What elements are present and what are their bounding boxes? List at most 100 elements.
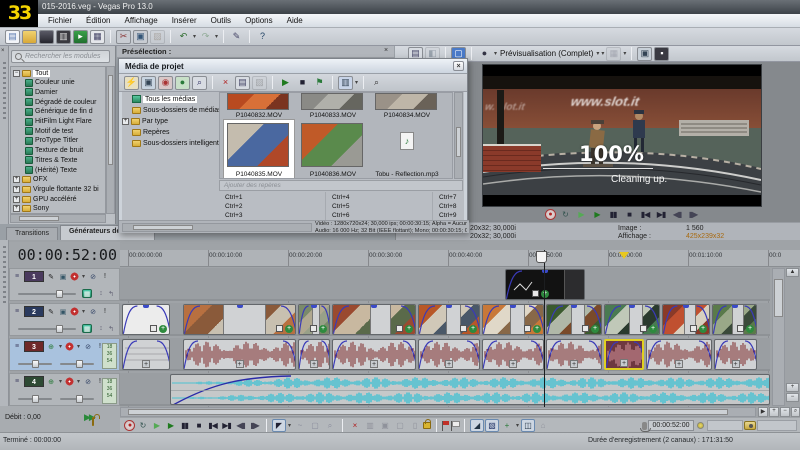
cursor-timecode-display[interactable]: 00:00:52:00 (9, 242, 120, 268)
event-pan-icon[interactable]: + (649, 325, 657, 333)
event-fx-icon[interactable]: + (620, 359, 628, 367)
audio-event[interactable]: + (122, 339, 170, 370)
snapping-button[interactable]: ◫ (521, 419, 535, 432)
interactive-tutorials-icon[interactable]: ✎ (229, 30, 244, 44)
expand-icon[interactable]: + (13, 196, 20, 203)
dropdown-caret-icon[interactable]: ▾ (193, 33, 196, 40)
scroll-right-icon[interactable]: ▶ (758, 407, 768, 417)
extract-audio-icon[interactable]: ◉ (158, 76, 173, 90)
tree-item[interactable]: Motif de test (25, 126, 106, 136)
event-fx-icon[interactable]: + (142, 360, 150, 368)
event-crop-icon[interactable] (460, 325, 467, 332)
event-crop-icon[interactable] (310, 325, 317, 332)
video-event[interactable]: + (482, 304, 544, 335)
media-item[interactable]: P1040835.MOV (224, 120, 294, 178)
audio-fx-icon[interactable] (65, 342, 74, 351)
audio-event[interactable]: + (332, 339, 416, 370)
time-ruler[interactable]: 00:00:00:0000:00:10:0000:00:20:0000:00:3… (120, 250, 800, 267)
compositing-mode-icon[interactable] (70, 272, 79, 281)
add-tag-input[interactable]: Ajouter des repères (219, 180, 463, 191)
audio-event[interactable]: + (546, 339, 602, 370)
chevron-down-icon[interactable]: ▾ (596, 50, 599, 57)
audio-fx-icon[interactable] (65, 377, 74, 386)
event-handle[interactable] (237, 305, 243, 308)
mute-icon[interactable]: ⊘ (88, 307, 98, 316)
tree-item[interactable]: (Hérité) Texte (25, 165, 106, 175)
title-bar[interactable]: 015-2016.veg - Vegas Pro 13.0 (0, 0, 800, 14)
media-item[interactable]: ♪Tobu - Reflection.mp3 (372, 120, 442, 178)
stop-button[interactable]: ■ (623, 209, 636, 220)
track-fx-icon[interactable]: ▣ (58, 307, 68, 316)
audio-event[interactable]: + (298, 339, 330, 370)
invert-phase-icon[interactable]: ⊕ (46, 377, 56, 386)
dropdown-caret-icon[interactable]: ▾ (215, 33, 218, 40)
chevron-down-icon[interactable]: ▾ (82, 273, 85, 280)
track-fx-icon[interactable]: ▣ (58, 272, 68, 281)
import-media-icon[interactable]: ▸ (73, 30, 88, 44)
audio-meter[interactable]: 183654 (102, 378, 117, 404)
track-minimize-icon[interactable]: ≡ (12, 342, 22, 351)
paste-icon[interactable]: ▨ (150, 30, 165, 44)
project-properties-icon[interactable]: ▦ (90, 30, 105, 44)
delete-button[interactable]: × (348, 419, 362, 432)
trim-button[interactable]: ▥ (363, 419, 377, 432)
event-handle[interactable] (629, 305, 635, 308)
play-button[interactable]: ▶ (591, 209, 604, 220)
tree-item[interactable]: +OFX (13, 175, 106, 185)
group-button[interactable]: ▣ (378, 419, 392, 432)
tree-item[interactable]: HitFilm Light Flare (25, 117, 106, 127)
video-event[interactable]: + (122, 304, 170, 335)
event-pan-icon[interactable]: + (533, 325, 541, 333)
insert-region-button[interactable] (451, 421, 459, 431)
event-fx-icon[interactable]: + (732, 360, 740, 368)
event-pan-icon[interactable]: + (541, 290, 549, 298)
volume-slider[interactable] (60, 363, 94, 365)
envelope-edit-tool[interactable]: ~ (293, 419, 307, 432)
previous-frame-button[interactable]: ◀▮ (234, 420, 247, 431)
cut-icon[interactable]: ✂ (116, 30, 131, 44)
overlays-grid-icon[interactable]: ▦ (606, 47, 621, 61)
record-button[interactable]: ● (545, 209, 556, 220)
track-lane-1[interactable] (120, 268, 770, 301)
event-handle[interactable] (446, 305, 452, 308)
bypass-motion-icon[interactable]: ↰ (106, 289, 116, 298)
media-bin-item[interactable]: Sous-dossiers de médias (132, 105, 219, 115)
project-media-window[interactable]: Média de projet × ⚡▣◉●⌕×▤▨▶■⚑▥▾⌕ Tous le… (118, 58, 468, 233)
event-handle[interactable] (683, 305, 689, 308)
play-from-start-button[interactable]: ▶ (575, 209, 588, 220)
solo-icon[interactable]: ! (100, 307, 110, 316)
record-button[interactable]: ● (124, 420, 135, 431)
mute-icon[interactable]: ⊘ (88, 272, 98, 281)
event-crop-icon[interactable] (276, 325, 283, 332)
split-button[interactable]: ▯ (408, 419, 422, 432)
expand-icon[interactable]: + (13, 186, 20, 193)
menu-fichier[interactable]: Fichier (42, 15, 78, 26)
event-fx-icon[interactable]: + (236, 360, 244, 368)
media-bin-item[interactable]: Repères (132, 127, 219, 137)
dropdown-caret-icon[interactable]: ▾ (288, 422, 291, 429)
save-snapshot-icon[interactable]: ▪ (654, 47, 669, 61)
undo-icon[interactable]: ↶ (176, 30, 191, 44)
stop-button[interactable]: ■ (192, 420, 205, 431)
event-pan-icon[interactable]: + (285, 325, 293, 333)
pause-button[interactable]: ▮▮ (178, 420, 191, 431)
tree-item[interactable]: +GPU accéléré (13, 194, 106, 204)
tree-item[interactable]: Texture de bruit (25, 146, 106, 156)
preview-stop-icon[interactable]: ■ (295, 76, 310, 90)
previous-frame-button[interactable]: ◀▮ (671, 209, 684, 220)
bypass-motion-icon[interactable]: ↰ (106, 324, 116, 333)
event-crop-icon[interactable] (582, 325, 589, 332)
music-event[interactable] (170, 374, 770, 405)
redo-icon[interactable]: ↷ (198, 30, 213, 44)
track-level-slider[interactable] (18, 328, 76, 330)
tree-item[interactable]: ProType Titler (25, 136, 106, 146)
audio-event[interactable]: + (418, 339, 480, 370)
tab-transitions[interactable]: Transitions (6, 227, 58, 240)
video-event[interactable]: + (546, 304, 602, 335)
track-level-slider[interactable] (18, 293, 76, 295)
new-project-icon[interactable]: ▤ (5, 30, 20, 44)
close-icon[interactable]: × (453, 61, 464, 71)
slider-thumb[interactable] (56, 290, 63, 298)
media-vertical-scrollbar[interactable] (454, 92, 463, 179)
event-pan-icon[interactable]: + (746, 325, 754, 333)
